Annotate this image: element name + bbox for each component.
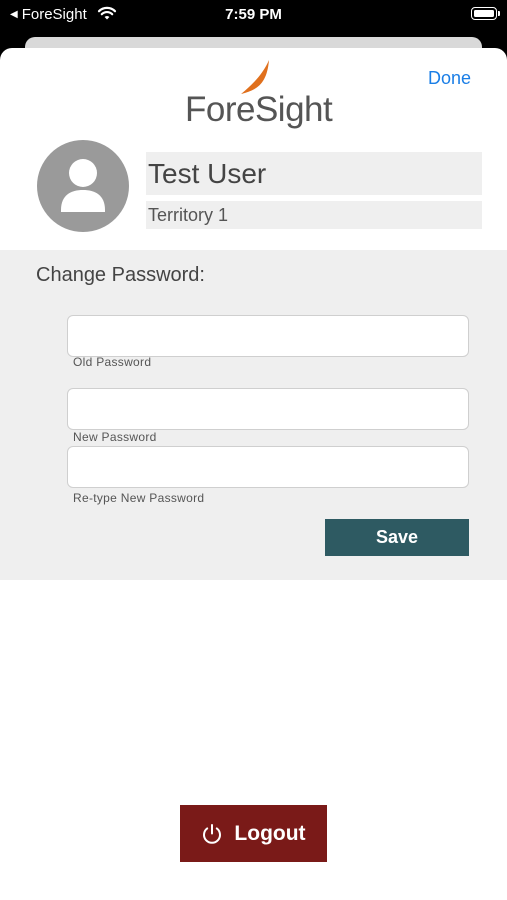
logout-button[interactable]: Logout [180, 805, 327, 862]
user-name: Test User [146, 152, 482, 195]
retype-password-field[interactable] [67, 446, 469, 488]
avatar[interactable] [37, 140, 129, 232]
logo-text: ForeSight [185, 90, 333, 129]
new-password-field[interactable] [67, 388, 469, 430]
battery-icon [471, 7, 500, 20]
new-password-label: New Password [73, 430, 157, 444]
change-password-section: Change Password: Old Password New Passwo… [0, 250, 507, 580]
status-bar: ◀ ForeSight 7:59 PM [0, 0, 507, 30]
retype-password-label: Re-type New Password [73, 491, 205, 505]
user-territory: Territory 1 [146, 201, 482, 229]
user-silhouette-icon [61, 159, 105, 212]
old-password-field[interactable] [67, 315, 469, 357]
logout-label: Logout [234, 821, 306, 845]
old-password-label: Old Password [73, 355, 152, 369]
save-button[interactable]: Save [325, 519, 469, 556]
power-icon [203, 823, 222, 844]
change-password-heading: Change Password: [36, 264, 205, 286]
profile-sheet: Done ForeSight Test User Territory 1 Cha… [0, 48, 507, 900]
foresight-logo: ForeSight [185, 60, 335, 132]
done-button[interactable]: Done [428, 68, 471, 89]
status-time: 7:59 PM [225, 6, 282, 23]
